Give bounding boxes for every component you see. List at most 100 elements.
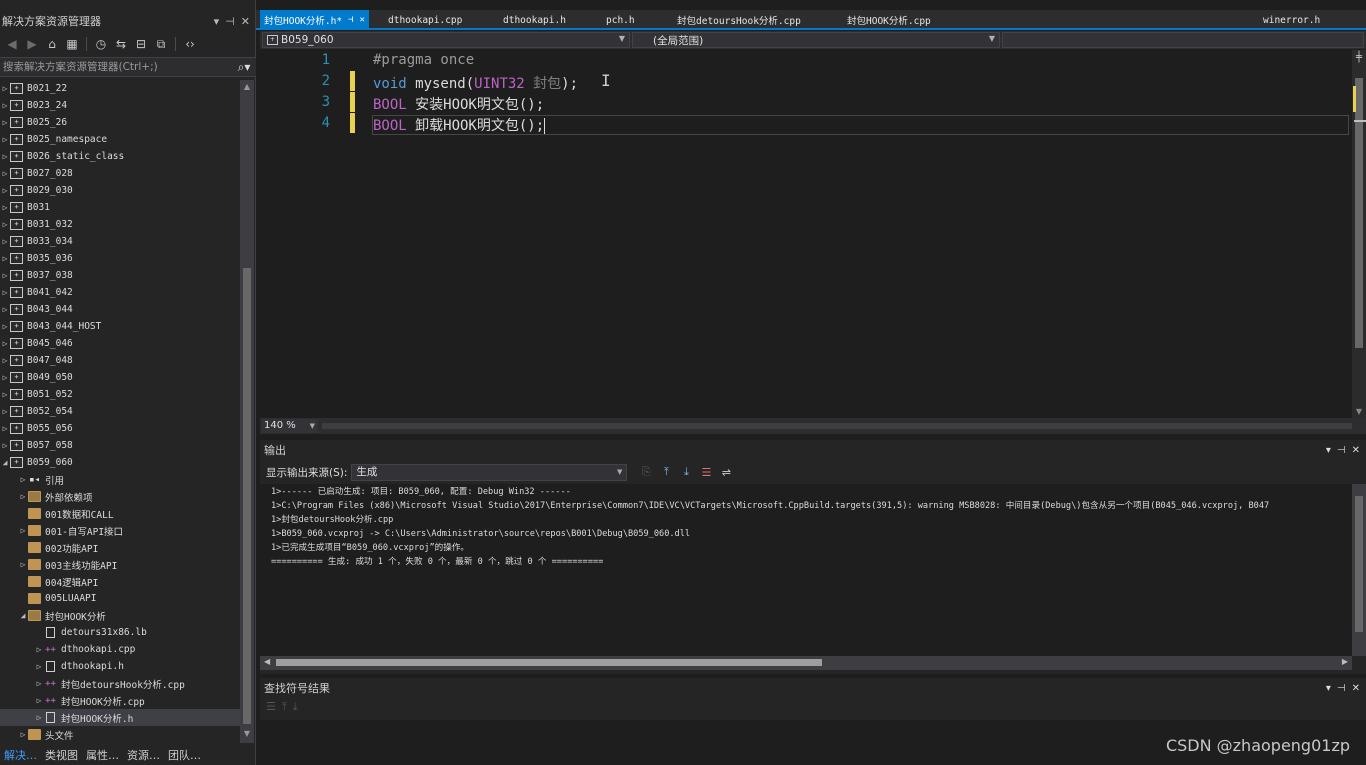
editor-horizontal-scrollbar[interactable] — [322, 423, 1352, 429]
tree-item[interactable]: ◢ + B059_060 — [0, 454, 240, 471]
tree-item[interactable]: ▷ + B057_058 — [0, 437, 240, 454]
pin-icon[interactable]: ⊣ — [225, 15, 235, 28]
expand-arrow-icon[interactable]: ▷ — [18, 560, 28, 569]
editor-scrollbar[interactable]: ╪ ▼ — [1352, 50, 1366, 418]
collapse-all-icon[interactable]: ⊟ — [133, 36, 149, 52]
tree-item[interactable]: detours31x86.lb — [0, 624, 240, 641]
expand-arrow-icon[interactable]: ▷ — [0, 237, 10, 246]
output-horizontal-scrollbar[interactable]: ◀ ▶ — [260, 656, 1352, 670]
show-all-files-icon[interactable]: ⧉ — [153, 36, 169, 52]
expand-arrow-icon[interactable]: ▷ — [0, 118, 10, 127]
scroll-down-icon[interactable]: ▼ — [1352, 407, 1366, 416]
clear-results-icon[interactable]: ☰ — [266, 700, 276, 714]
scrollbar-thumb[interactable] — [1355, 496, 1363, 632]
tree-item[interactable]: ▷ + B025_26 — [0, 114, 240, 131]
member-dropdown[interactable] — [1002, 32, 1364, 48]
code-editor[interactable]: 1 2 3 4 #pragma once void mysend(UINT32 … — [260, 50, 1352, 418]
tree-item[interactable]: ▷ + B026_static_class — [0, 148, 240, 165]
tree-item[interactable]: ▷ + B045_046 — [0, 335, 240, 352]
expand-arrow-icon[interactable]: ▷ — [0, 152, 10, 161]
tab-resource-view[interactable]: 资源… — [123, 747, 164, 763]
scrollbar-thumb[interactable] — [1355, 78, 1363, 348]
code-line-3[interactable]: BOOL 安装HOOK明文包(); — [373, 94, 544, 114]
tree-item[interactable]: ▷ 外部依赖项 — [0, 488, 240, 505]
expand-arrow-icon[interactable]: ▷ — [18, 730, 28, 739]
project-dropdown[interactable]: + B059_060 ▼ — [262, 32, 630, 48]
expand-arrow-icon[interactable]: ▷ — [34, 696, 44, 705]
next-message-icon[interactable]: ⤓ — [677, 464, 695, 480]
previous-result-icon[interactable]: ⤒ — [282, 700, 287, 714]
tree-item[interactable]: ◢ 封包HOOK分析 — [0, 607, 240, 624]
tree-item[interactable]: 002功能API — [0, 539, 240, 556]
sync-icon[interactable]: ⇆ — [113, 36, 129, 52]
tree-item[interactable]: ▷ + B023_24 — [0, 97, 240, 114]
expand-arrow-icon[interactable]: ▷ — [0, 135, 10, 144]
close-tab-icon[interactable]: ✕ — [359, 15, 364, 25]
tab-properties[interactable]: 属性… — [82, 747, 123, 763]
output-vertical-scrollbar[interactable] — [1352, 484, 1366, 656]
expand-arrow-icon[interactable]: ▷ — [18, 526, 28, 535]
tree-item[interactable]: ▷ 001-自写API接口 — [0, 522, 240, 539]
search-input[interactable] — [3, 61, 232, 73]
tab-header-file-active[interactable]: 封包HOOK分析.h* ⊣ ✕ — [260, 10, 369, 30]
dropdown-icon[interactable]: ▾ — [1326, 683, 1331, 694]
output-source-dropdown[interactable]: 生成 ▼ — [351, 463, 628, 481]
scroll-down-icon[interactable]: ▼ — [240, 729, 254, 741]
dropdown-icon[interactable]: ▾ — [1326, 445, 1331, 456]
home-icon[interactable]: ⌂ — [44, 36, 60, 52]
tree-item[interactable]: ▷ + B043_044 — [0, 301, 240, 318]
tab-class-view[interactable]: 类视图 — [41, 747, 82, 763]
tab-hook-cpp[interactable]: 封包HOOK分析.cpp — [843, 10, 935, 30]
expand-arrow-icon[interactable]: ▷ — [18, 475, 28, 484]
tree-item[interactable]: 001数据和CALL — [0, 505, 240, 522]
clear-all-icon[interactable]: ☰ — [697, 464, 715, 480]
expand-arrow-icon[interactable]: ▷ — [0, 441, 10, 450]
close-icon[interactable]: ✕ — [1352, 683, 1360, 694]
tab-winerror-h[interactable]: winerror.h — [1259, 10, 1324, 30]
previous-message-icon[interactable]: ⤒ — [657, 464, 675, 480]
pin-icon[interactable]: ⊣ — [348, 15, 353, 25]
tree-item[interactable]: ▷ + B051_052 — [0, 386, 240, 403]
scrollbar-thumb[interactable] — [276, 659, 822, 666]
expand-arrow-icon[interactable]: ▷ — [34, 679, 44, 688]
find-message-icon[interactable]: ⎘ — [637, 464, 655, 480]
expand-arrow-icon[interactable]: ▷ — [0, 390, 10, 399]
tree-item[interactable]: ▷ 003主线功能API — [0, 556, 240, 573]
tab-dthookapi-cpp[interactable]: dthookapi.cpp — [384, 10, 466, 30]
tree-item[interactable]: ▷ + B052_054 — [0, 403, 240, 420]
expand-arrow-icon[interactable]: ▷ — [34, 713, 44, 722]
expand-arrow-icon[interactable]: ▷ — [0, 169, 10, 178]
tree-item[interactable]: ▷ ++ dthookapi.cpp — [0, 641, 240, 658]
expand-arrow-icon[interactable]: ▷ — [18, 492, 28, 501]
expand-arrow-icon[interactable]: ▷ — [0, 288, 10, 297]
back-icon[interactable]: ◀ — [4, 36, 20, 52]
split-icon[interactable]: ╪ — [1352, 52, 1366, 63]
tab-pch-h[interactable]: pch.h — [602, 10, 639, 30]
tree-item[interactable]: ▷ + B021_22 — [0, 80, 240, 97]
tree-item[interactable]: ▷ + B043_044_HOST — [0, 318, 240, 335]
tree-item[interactable]: ▷ + B031 — [0, 199, 240, 216]
code-line-4[interactable]: BOOL 卸载HOOK明文包(); — [373, 115, 546, 135]
tree-item[interactable]: ▷ + B033_034 — [0, 233, 240, 250]
expand-arrow-icon[interactable]: ▷ — [0, 407, 10, 416]
tab-detours-hook-cpp[interactable]: 封包detoursHook分析.cpp — [673, 10, 805, 30]
scrollbar-thumb[interactable] — [243, 268, 251, 724]
tab-solution-explorer[interactable]: 解决… — [0, 747, 41, 763]
close-icon[interactable]: ✕ — [241, 15, 250, 28]
pin-icon[interactable]: ⊣ — [1337, 445, 1346, 456]
tree-item[interactable]: ▷ dthookapi.h — [0, 658, 240, 675]
expand-arrow-icon[interactable]: ▷ — [0, 424, 10, 433]
tree-item-selected[interactable]: ▷ 封包HOOK分析.h — [0, 709, 240, 726]
scroll-right-icon[interactable]: ▶ — [1342, 657, 1348, 666]
word-wrap-icon[interactable]: ⇌ — [717, 464, 735, 480]
expand-arrow-icon[interactable]: ▷ — [0, 254, 10, 263]
forward-icon[interactable]: ▶ — [24, 36, 40, 52]
search-icon[interactable]: ⌕▾ — [232, 60, 256, 75]
code-line-2[interactable]: void mysend(UINT32 封包); — [373, 73, 578, 93]
code-line-1[interactable]: #pragma once — [373, 52, 474, 68]
tree-item[interactable]: ▷ + B055_056 — [0, 420, 240, 437]
expand-arrow-icon[interactable]: ▷ — [0, 356, 10, 365]
zoom-dropdown[interactable]: 140 % ▼ — [262, 419, 318, 433]
expand-arrow-icon[interactable]: ▷ — [0, 220, 10, 229]
solution-explorer-scrollbar[interactable]: ▲ ▼ — [240, 80, 254, 743]
